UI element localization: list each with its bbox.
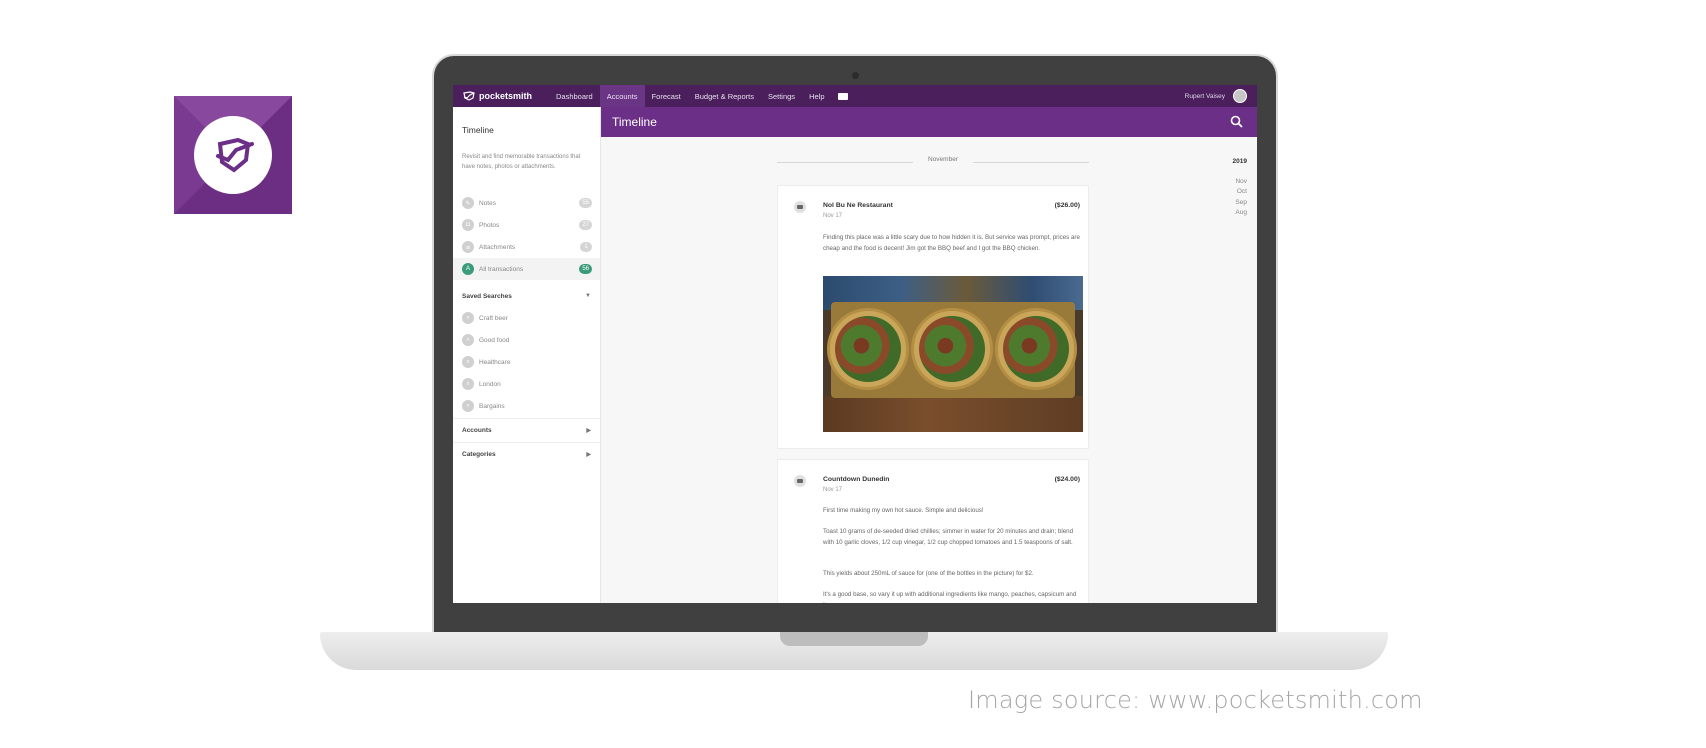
search-icon: ⌕: [462, 400, 474, 412]
filter-count: 56: [579, 264, 592, 274]
chevron-down-icon: ▼: [585, 293, 591, 299]
chevron-right-icon: ▶: [586, 427, 591, 434]
food-photo[interactable]: [823, 276, 1083, 432]
transaction-amount: ($26.00): [1054, 202, 1080, 209]
categories-label: Categories: [462, 450, 496, 458]
nav-dashboard[interactable]: Dashboard: [549, 85, 600, 107]
saved-search-item[interactable]: ⌕ London: [453, 373, 600, 395]
saved-search-item[interactable]: ⌕ Craft beer: [453, 307, 600, 329]
transaction-date: Nov 17: [823, 487, 843, 493]
nav-budget-reports[interactable]: Budget & Reports: [688, 85, 761, 107]
filter-photos[interactable]: ◘ Photos 27: [453, 214, 600, 236]
top-navigation: pocketsmith Dashboard Accounts Forecast …: [453, 85, 1257, 107]
avatar[interactable]: [1233, 89, 1247, 103]
camera-icon: [852, 72, 859, 79]
filter-label: Attachments: [479, 243, 516, 251]
saved-search-label: Bargains: [479, 402, 505, 410]
user-name[interactable]: Rupert Vaisey: [1185, 85, 1225, 107]
page-title: Timeline: [612, 115, 657, 129]
timeline-nav: 2019 Nov Oct Sep Aug: [1207, 157, 1247, 219]
nav-forecast[interactable]: Forecast: [645, 85, 688, 107]
transaction-note: Toast 10 grams of de-seeded dried chilli…: [823, 528, 1074, 546]
laptop-notch: [780, 632, 928, 646]
transaction-note: This yields about 250mL of sauce for (on…: [823, 570, 1034, 577]
mail-icon[interactable]: [837, 92, 848, 100]
camera-icon: [794, 201, 806, 213]
camera-icon: ◘: [462, 219, 474, 231]
search-icon[interactable]: [1230, 115, 1243, 128]
transaction-amount: ($24.00): [1054, 476, 1080, 483]
search-icon: ⌕: [462, 312, 474, 324]
page-title-bar: Timeline: [601, 107, 1257, 137]
month-divider-left: [777, 162, 913, 163]
timeline-month[interactable]: Oct: [1207, 187, 1247, 198]
saved-search-label: Good food: [479, 336, 510, 344]
saved-search-label: Craft beer: [479, 314, 508, 322]
transaction-card[interactable]: Nol Bu Ne Restaurant Nov 17 ($26.00) Fin…: [777, 185, 1089, 449]
sidebar-description: Revisit and find memorable transactions …: [462, 154, 581, 170]
transaction-date: Nov 17: [823, 213, 843, 219]
saved-searches-header[interactable]: Saved Searches ▼: [453, 285, 600, 307]
timeline-month[interactable]: Aug: [1207, 208, 1247, 219]
app-screen: pocketsmith Dashboard Accounts Forecast …: [453, 85, 1257, 603]
transaction-note: First time making my own hot sauce. Simp…: [823, 507, 984, 514]
categories-section[interactable]: Categories ▶: [453, 443, 600, 465]
sidebar: Timeline Revisit and find memorable tran…: [453, 107, 601, 603]
filter-label: Photos: [479, 221, 500, 229]
camera-icon: [794, 475, 806, 487]
saved-search-label: Healthcare: [479, 358, 511, 366]
saved-search-item[interactable]: ⌕ Good food: [453, 329, 600, 351]
timeline-year[interactable]: 2019: [1207, 157, 1247, 168]
transaction-note: It's a good base, so vary it up with add…: [823, 591, 1077, 603]
paperclip-icon: ⌀: [462, 241, 474, 253]
transaction-note: Finding this place was a little scary du…: [823, 234, 1080, 252]
filter-all-transactions[interactable]: A All transactions 56: [453, 258, 600, 280]
accounts-section[interactable]: Accounts ▶: [453, 419, 600, 441]
saved-search-item[interactable]: ⌕ Bargains: [453, 395, 600, 417]
filter-label: All transactions: [479, 265, 524, 273]
timeline-month[interactable]: Nov: [1207, 177, 1247, 188]
filter-label: Notes: [479, 199, 496, 207]
image-source-caption: Image source: www.pocketsmith.com: [968, 686, 1423, 714]
nav-logo[interactable]: pocketsmith: [463, 91, 549, 101]
all-transactions-icon: A: [462, 263, 474, 275]
logo-text: pocketsmith: [479, 91, 533, 101]
nav-settings[interactable]: Settings: [761, 85, 802, 107]
transaction-card[interactable]: Countdown Dunedin Nov 17 ($24.00) First …: [777, 459, 1089, 603]
pocketsmith-app-icon: [174, 96, 292, 214]
filter-count: 55: [579, 198, 592, 208]
saved-search-label: London: [479, 380, 501, 388]
pocketsmith-logo-icon: [194, 116, 272, 194]
month-label: November: [928, 156, 958, 163]
logo-icon: [463, 91, 475, 101]
search-icon: ⌕: [462, 356, 474, 368]
filter-count: 27: [579, 220, 592, 230]
timeline-month[interactable]: Sep: [1207, 198, 1247, 209]
nav-help[interactable]: Help: [802, 85, 831, 107]
transaction-name: Countdown Dunedin: [823, 476, 890, 483]
filter-count: 1: [580, 242, 592, 252]
saved-search-item[interactable]: ⌕ Healthcare: [453, 351, 600, 373]
transaction-name: Nol Bu Ne Restaurant: [823, 202, 893, 209]
accounts-label: Accounts: [462, 426, 492, 434]
sidebar-title: Timeline: [462, 125, 494, 135]
month-divider-right: [973, 162, 1089, 163]
search-icon: ⌕: [462, 378, 474, 390]
filter-notes[interactable]: ✎ Notes 55: [453, 192, 600, 214]
search-icon: ⌕: [462, 334, 474, 346]
nav-accounts[interactable]: Accounts: [599, 85, 645, 107]
chevron-right-icon: ▶: [586, 451, 591, 458]
saved-searches-label: Saved Searches: [462, 292, 512, 300]
filter-attachments[interactable]: ⌀ Attachments 1: [453, 236, 600, 258]
pencil-icon: ✎: [462, 197, 474, 209]
